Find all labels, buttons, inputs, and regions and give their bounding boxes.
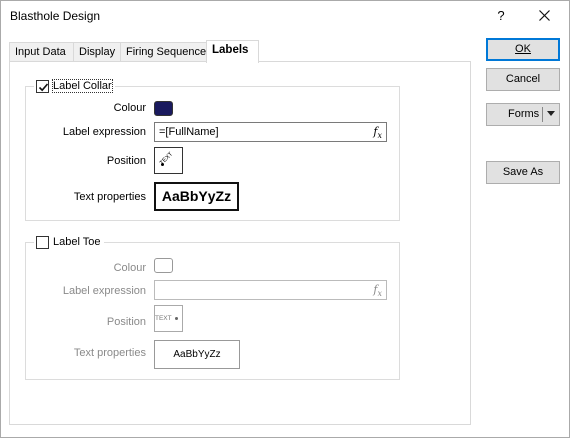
fx-icon[interactable]: fx	[373, 125, 382, 140]
close-button[interactable]	[531, 5, 559, 27]
toe-expression-label: Label expression	[62, 285, 146, 297]
labels-tab-panel: Label Collar Colour Label expression =[F…	[9, 61, 471, 425]
save-as-button[interactable]: Save As	[486, 161, 560, 184]
collar-expression-value: =[FullName]	[159, 126, 219, 138]
window-title: Blasthole Design	[10, 9, 101, 23]
collar-colour-label: Colour	[113, 102, 146, 114]
checkmark-icon	[38, 82, 49, 91]
forms-button-label: Forms	[508, 108, 540, 120]
position-anchor-dot	[175, 317, 178, 320]
toe-text-properties-button[interactable]: AaBbYyZz	[154, 340, 240, 369]
cancel-button[interactable]: Cancel	[486, 68, 560, 91]
label-toe-legend: Label Toe	[34, 234, 104, 250]
toe-expression-input[interactable]: fx	[154, 280, 387, 300]
save-as-button-label: Save As	[502, 166, 544, 178]
fx-icon[interactable]: fx	[373, 283, 382, 298]
label-toe-checkbox[interactable]	[36, 235, 49, 249]
label-collar-legend: Label Collar	[34, 78, 115, 94]
forms-button[interactable]: Forms	[486, 103, 560, 126]
label-collar-label[interactable]: Label Collar	[52, 79, 113, 93]
label-toe-label[interactable]: Label Toe	[53, 236, 101, 248]
label-toe-group: Label Toe Colour Label expression fx Pos…	[25, 234, 400, 380]
tab-labels[interactable]: Labels	[206, 40, 259, 63]
toe-colour-swatch[interactable]	[154, 258, 173, 273]
title-bar: Blasthole Design ?	[1, 1, 569, 32]
label-collar-checkbox[interactable]	[36, 79, 49, 93]
collar-position-label: Position	[106, 155, 146, 167]
close-icon	[539, 10, 550, 21]
collar-expression-label: Label expression	[62, 126, 146, 138]
cancel-button-label: Cancel	[505, 73, 541, 85]
collar-expression-input[interactable]: =[FullName] fx	[154, 122, 387, 142]
toe-text-properties-label: Text properties	[73, 347, 146, 359]
toe-position-label: Position	[106, 316, 146, 328]
chevron-down-icon[interactable]	[547, 111, 555, 116]
collar-text-properties-button[interactable]: AaBbYyZz	[154, 182, 239, 211]
split-divider	[542, 107, 543, 122]
toe-colour-label: Colour	[113, 262, 146, 274]
ok-button-label: OK	[515, 43, 531, 55]
tab-display[interactable]: Display	[73, 42, 121, 62]
tab-input-data[interactable]: Input Data	[9, 42, 74, 62]
ok-button[interactable]: OK	[486, 38, 560, 61]
help-button[interactable]: ?	[488, 5, 514, 27]
collar-colour-swatch[interactable]	[154, 101, 173, 116]
collar-text-properties-label: Text properties	[73, 191, 146, 203]
toe-position-preview: TEXT	[155, 315, 172, 322]
tab-firing-sequence[interactable]: Firing Sequence	[120, 42, 207, 62]
collar-position-picker[interactable]: TEXT	[154, 147, 183, 174]
position-anchor-dot	[161, 163, 164, 166]
label-collar-group: Label Collar Colour Label expression =[F…	[25, 78, 400, 221]
blasthole-design-dialog: Blasthole Design ? Input Data Display Fi…	[0, 0, 570, 438]
toe-position-picker[interactable]: TEXT	[154, 305, 183, 332]
